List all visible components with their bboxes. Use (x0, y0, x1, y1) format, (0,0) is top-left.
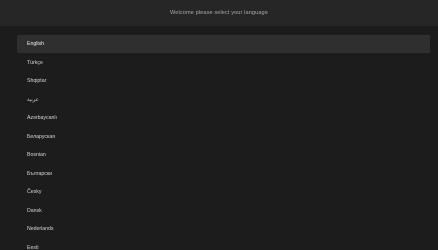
language-item-english[interactable]: English (17, 35, 430, 53)
page-title: Welcome please select your language (170, 10, 268, 16)
language-item-azerbaijani[interactable]: Azərbaycanlı (17, 109, 430, 127)
language-item-estonian[interactable]: Eesti (17, 239, 430, 250)
language-list[interactable]: English Türkçe Shqiptar عربية Azərbaycan… (17, 35, 430, 250)
language-item-danish[interactable]: Dansk (17, 202, 430, 220)
language-item-albanian[interactable]: Shqiptar (17, 72, 430, 90)
header-bar: Welcome please select your language (0, 0, 438, 26)
language-item-belarusian[interactable]: Беларуская (17, 128, 430, 146)
language-item-dutch[interactable]: Nederlands (17, 220, 430, 238)
language-item-turkish[interactable]: Türkçe (17, 54, 430, 72)
language-selection-screen: Welcome please select your language Engl… (0, 0, 438, 250)
language-item-arabic[interactable]: عربية (17, 91, 430, 109)
language-item-bulgarian[interactable]: Български (17, 165, 430, 183)
language-item-bosnian[interactable]: Bosnian (17, 146, 430, 164)
language-item-czech[interactable]: Česky (17, 183, 430, 201)
